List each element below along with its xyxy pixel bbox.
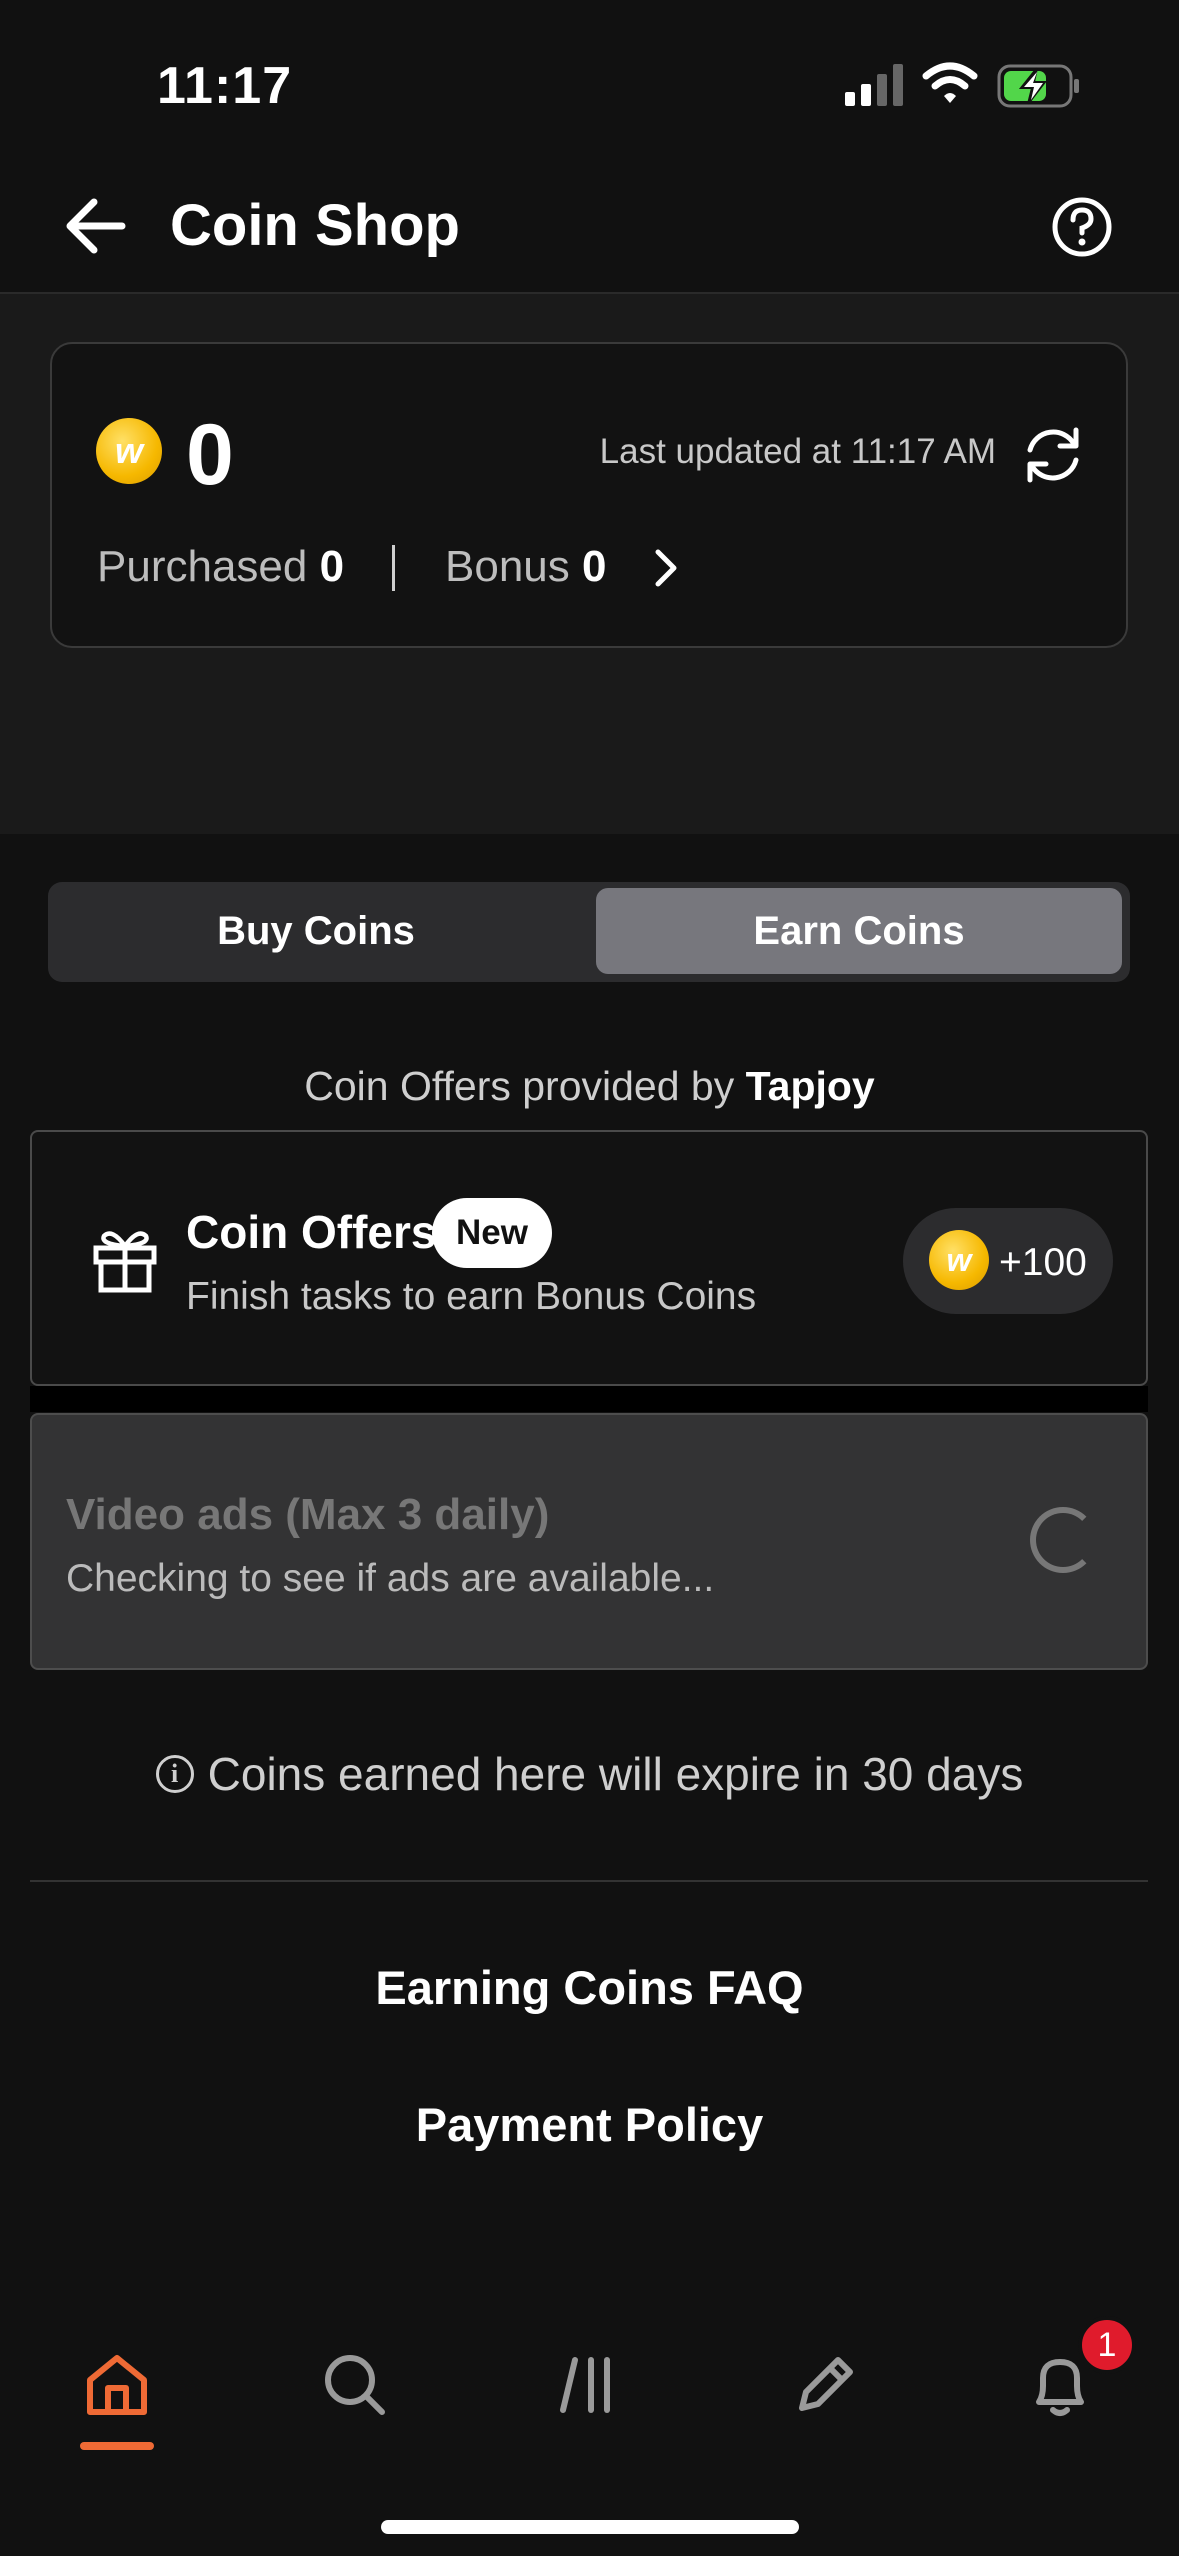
tab-earn-coins[interactable]: Earn Coins: [596, 888, 1122, 974]
balance-separator: [392, 545, 395, 591]
purchased-value: 0: [319, 542, 345, 591]
coin-offers-title: Coin Offers: [186, 1206, 437, 1258]
card-separator: [30, 1386, 1148, 1412]
expire-notice: i Coins earned here will expire in 30 da…: [0, 1747, 1179, 1801]
coin-offers-subtitle: Finish tasks to earn Bonus Coins: [186, 1275, 757, 1318]
bonus-coins: Bonus 0: [445, 542, 606, 592]
video-ads-title: Video ads (Max 3 daily): [66, 1490, 550, 1539]
home-icon[interactable]: [72, 2340, 162, 2430]
coin-icon: w: [96, 418, 162, 484]
help-icon[interactable]: [1051, 196, 1113, 258]
provider-text: Coin Offers provided by Tapjoy: [0, 1063, 1179, 1110]
purchased-coins: Purchased 0: [97, 542, 344, 592]
new-badge: New: [432, 1198, 552, 1268]
section-divider: [30, 1880, 1148, 1882]
gift-icon: [90, 1224, 160, 1294]
status-time: 11:17: [157, 57, 293, 115]
chevron-right-icon[interactable]: [648, 544, 684, 592]
coin-icon: w: [929, 1230, 989, 1290]
notification-badge: 1: [1078, 2316, 1136, 2374]
reward-amount: +100: [999, 1241, 1087, 1284]
refresh-icon[interactable]: [1018, 424, 1088, 486]
library-icon[interactable]: [545, 2340, 635, 2430]
earning-coins-faq-link[interactable]: Earning Coins FAQ: [0, 1960, 1179, 2015]
page-title: Coin Shop: [170, 193, 460, 258]
provider-name: Tapjoy: [745, 1063, 875, 1109]
signal-icon: [845, 64, 905, 106]
active-tab-indicator: [80, 2442, 154, 2450]
payment-policy-link[interactable]: Payment Policy: [0, 2097, 1179, 2152]
purchased-label: Purchased: [97, 542, 308, 591]
home-indicator[interactable]: [381, 2520, 799, 2534]
coin-balance: 0: [186, 407, 234, 503]
video-ads-status: Checking to see if ads are available...: [66, 1557, 715, 1600]
last-updated-text: Last updated at 11:17 AM: [599, 432, 996, 471]
bonus-label: Bonus: [445, 542, 570, 591]
battery-icon: [997, 64, 1081, 108]
tab-buy-coins[interactable]: Buy Coins: [56, 888, 576, 974]
info-icon: i: [155, 1755, 194, 1793]
expire-text: Coins earned here will expire in 30 days: [207, 1748, 1024, 1800]
video-ads-card[interactable]: [30, 1413, 1148, 1670]
loading-spinner-icon: [1030, 1507, 1096, 1573]
back-arrow-icon[interactable]: [60, 194, 130, 258]
pencil-icon[interactable]: [780, 2340, 870, 2430]
search-icon[interactable]: [310, 2340, 400, 2430]
provider-prefix: Coin Offers provided by: [304, 1063, 735, 1109]
bonus-value: 0: [582, 542, 607, 591]
wifi-icon: [922, 62, 978, 106]
